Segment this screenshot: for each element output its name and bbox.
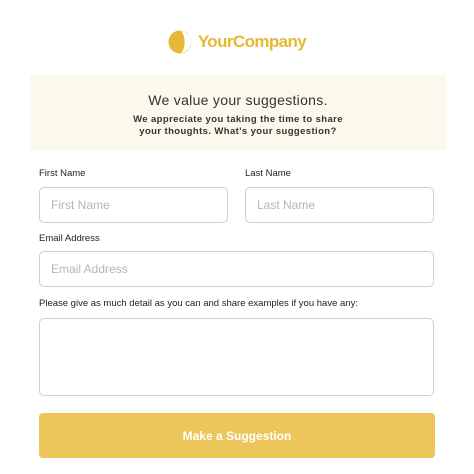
details-label: Please give as much detail as you can an…: [39, 298, 358, 309]
intro-title: We value your suggestions.: [148, 92, 328, 108]
last-name-label: Last Name: [245, 168, 291, 179]
intro-banner: We value your suggestions. We appreciate…: [30, 75, 446, 150]
last-name-input[interactable]: [245, 187, 434, 223]
company-logo: YourCompany: [0, 28, 474, 56]
company-name: YourCompany: [197, 32, 307, 51]
email-label: Email Address: [39, 233, 100, 244]
suggestion-details-textarea[interactable]: [39, 318, 434, 396]
first-name-input[interactable]: [39, 187, 228, 223]
make-suggestion-button[interactable]: Make a Suggestion: [39, 413, 435, 458]
intro-text: We appreciate you taking the time to sha…: [133, 114, 343, 137]
half-moon-logo-icon: [168, 30, 192, 54]
first-name-label: First Name: [39, 168, 86, 179]
email-input[interactable]: [39, 251, 434, 287]
